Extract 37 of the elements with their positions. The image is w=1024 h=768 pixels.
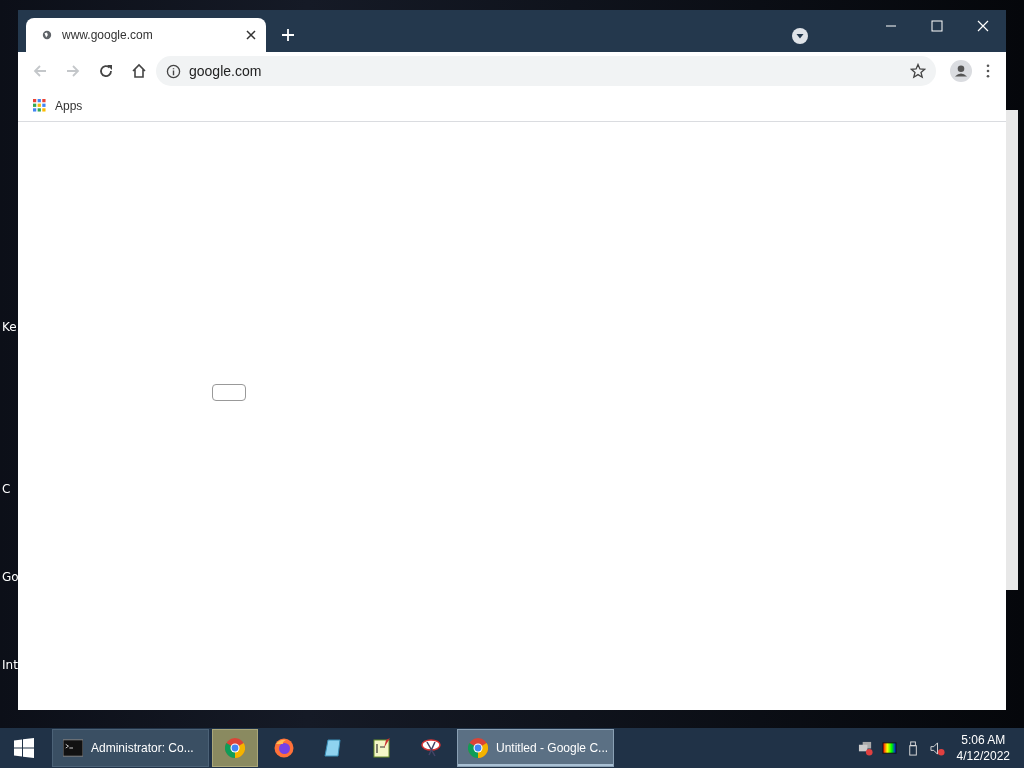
menu-icon[interactable] (986, 64, 990, 78)
url-text: google.com (189, 63, 262, 79)
info-icon (166, 63, 181, 79)
notepad-icon (372, 738, 392, 758)
star-icon[interactable] (910, 63, 926, 79)
terminal-icon (63, 738, 83, 758)
new-tab-icon[interactable] (282, 29, 294, 41)
desktop-icon-label[interactable]: Ke (2, 320, 18, 334)
taskbar-window-button[interactable]: Untitled - Google C... (457, 729, 614, 767)
color-display-icon[interactable] (881, 740, 897, 756)
windows-start-icon[interactable] (14, 738, 34, 758)
network-error-icon[interactable] (857, 740, 873, 756)
tab-list-icon[interactable] (792, 28, 808, 44)
reload-icon[interactable] (98, 63, 114, 79)
close-tab-icon[interactable] (246, 30, 256, 40)
taskbar-clock[interactable]: 5:06 AM 4/12/2022 (956, 732, 1010, 764)
address-bar[interactable]: google.com (156, 56, 936, 86)
desktop-icon-label[interactable]: Go (2, 570, 18, 584)
scissors-icon (421, 738, 441, 758)
speaker-muted-icon[interactable] (929, 740, 945, 756)
close-icon[interactable] (977, 20, 989, 32)
chrome-icon (468, 738, 488, 758)
tablet-icon (323, 738, 343, 758)
home-icon[interactable] (131, 63, 147, 79)
tab-title: www.google.com (62, 28, 154, 42)
apps-bookmark[interactable]: Apps (33, 98, 83, 113)
maximize-icon[interactable] (931, 20, 943, 32)
globe-icon (42, 30, 52, 40)
desktop-icon-label[interactable]: Int (2, 658, 18, 672)
desktop-icon-label[interactable]: C (2, 482, 18, 496)
chrome-icon (225, 738, 245, 758)
profile-icon[interactable] (950, 60, 972, 82)
apps-grid-icon (33, 99, 46, 112)
browser-tab[interactable]: www.google.com (26, 18, 266, 52)
empty-input-box[interactable] (212, 384, 246, 401)
firefox-icon (274, 738, 294, 758)
taskbar-window-button[interactable]: Administrator: Co... (52, 729, 209, 767)
